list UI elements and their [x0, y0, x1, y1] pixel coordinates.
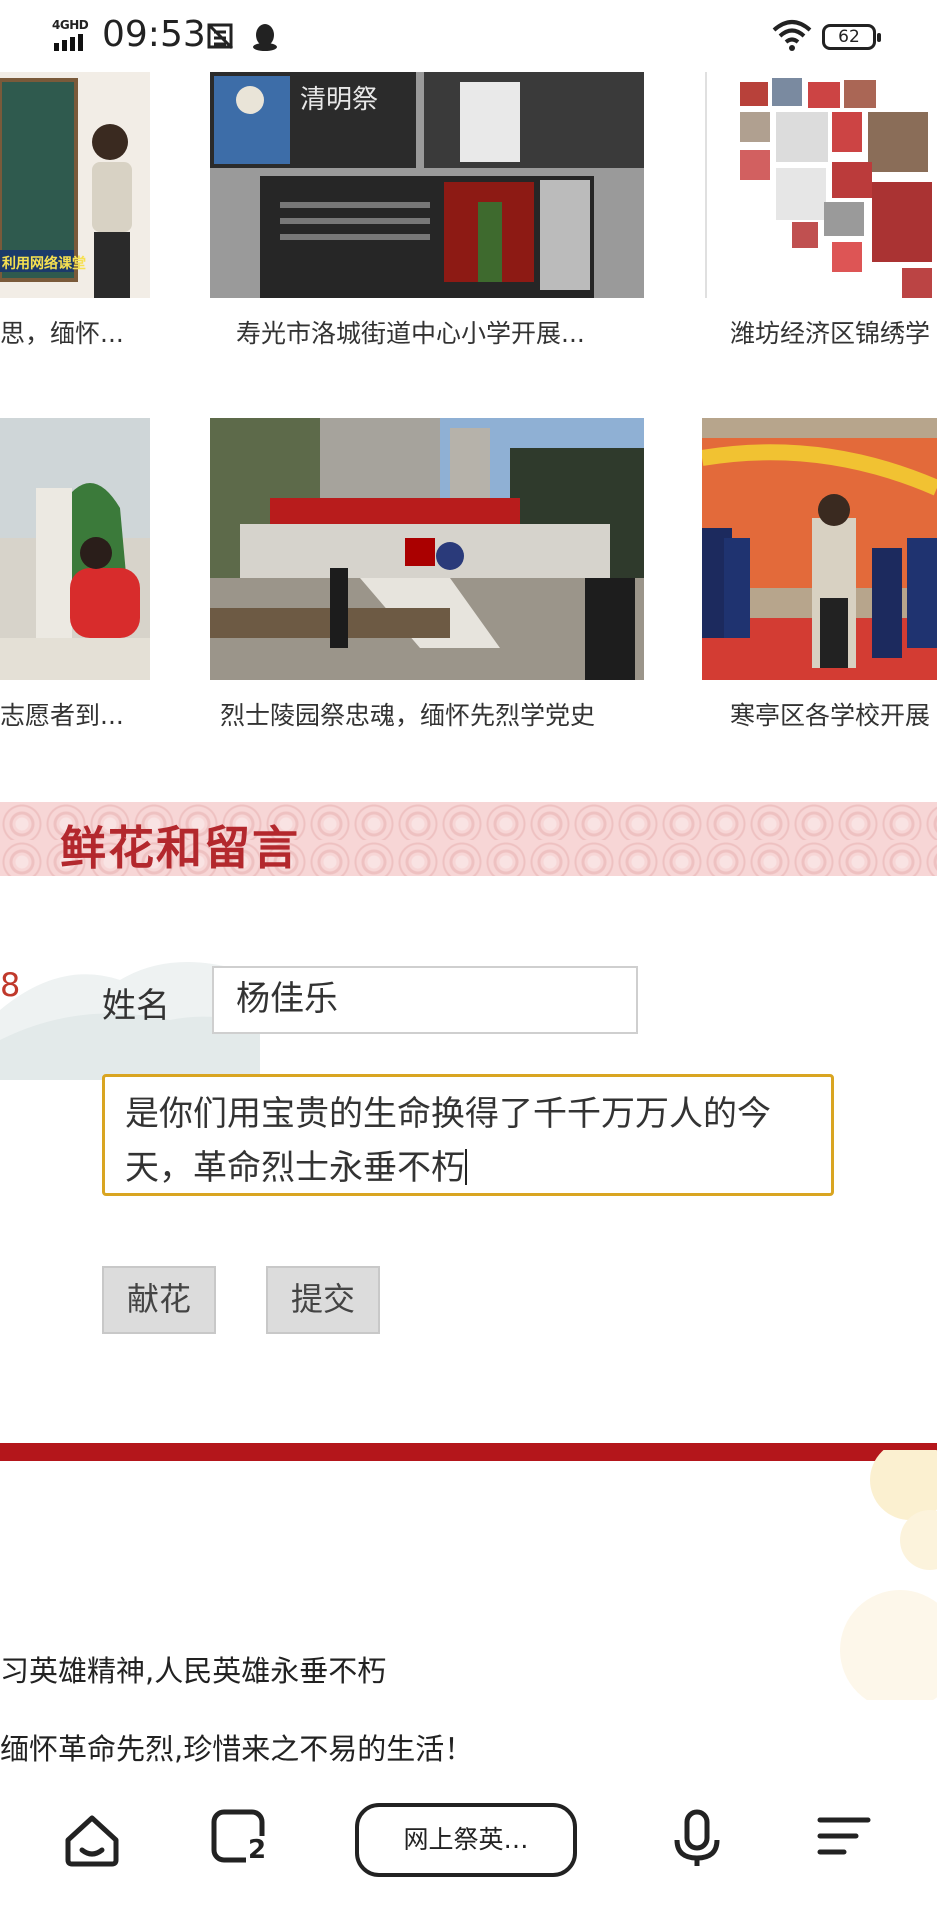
divider: [705, 72, 707, 298]
battery-level: 62: [838, 27, 860, 47]
news-caption[interactable]: 潍坊经济区锦绣学: [730, 314, 937, 350]
home-icon[interactable]: [60, 1806, 124, 1870]
news-thumb-online-class[interactable]: 清明祭: [210, 72, 644, 298]
news-thumb-school-event[interactable]: [702, 418, 937, 680]
message-text: 是你们用宝贵的生命换得了千千万万人的今天，革命烈士永垂不朽: [125, 1094, 771, 1188]
section-banner: 鲜花和留言: [0, 802, 937, 876]
tab-count: 2: [246, 1835, 269, 1865]
microphone-icon[interactable]: [665, 1806, 729, 1870]
tabs-icon[interactable]: 2: [208, 1806, 272, 1870]
svg-text:清明祭: 清明祭: [300, 85, 378, 115]
qq-penguin-icon: [253, 24, 277, 51]
menu-icon[interactable]: [812, 1806, 876, 1870]
current-tab-title[interactable]: 网上祭英…: [355, 1803, 577, 1877]
section-title: 鲜花和留言: [60, 821, 300, 875]
flower-decoration: [840, 1450, 937, 1700]
offer-flower-button[interactable]: 献花: [102, 1266, 216, 1334]
screenshot-icon: [207, 23, 234, 50]
battery-icon: 62: [822, 24, 881, 50]
news-thumb-cemetery[interactable]: [210, 418, 644, 680]
news-thumb-volunteer[interactable]: [0, 418, 150, 680]
message-item: 缅怀革命先烈,珍惜来之不易的生活！: [0, 1732, 474, 1766]
wifi-icon: [772, 20, 812, 51]
news-thumb-teacher[interactable]: 利用网络课堂: [0, 72, 150, 298]
news-caption[interactable]: 志愿者到...: [0, 696, 150, 732]
submit-button[interactable]: 提交: [266, 1266, 380, 1334]
news-caption[interactable]: 寒亭区各学校开展: [730, 696, 937, 732]
network-type: 4GHD: [52, 18, 89, 32]
news-caption[interactable]: 烈士陵园祭忠魂，缅怀先烈学党史: [220, 696, 644, 732]
name-input[interactable]: 杨佳乐: [212, 966, 638, 1034]
message-count: 8: [0, 966, 21, 1004]
news-caption[interactable]: 思，缅怀...: [0, 314, 150, 350]
thumb-overlay-text: 利用网络课堂: [2, 256, 86, 272]
name-label: 姓名: [102, 986, 170, 1026]
status-bar: 4GHD 09:53 62: [0, 0, 937, 72]
clock: 09:53: [102, 14, 206, 55]
message-item: 习英雄精神,人民英雄永垂不朽: [0, 1654, 387, 1688]
message-textarea[interactable]: 是你们用宝贵的生命换得了千千万万人的今天，革命烈士永垂不朽: [102, 1074, 834, 1196]
news-thumb-collage[interactable]: [732, 72, 937, 298]
signal-icon: 4GHD: [52, 18, 94, 52]
text-caret: [465, 1149, 467, 1185]
news-caption[interactable]: 寿光市洛城街道中心小学开展...: [236, 314, 646, 350]
